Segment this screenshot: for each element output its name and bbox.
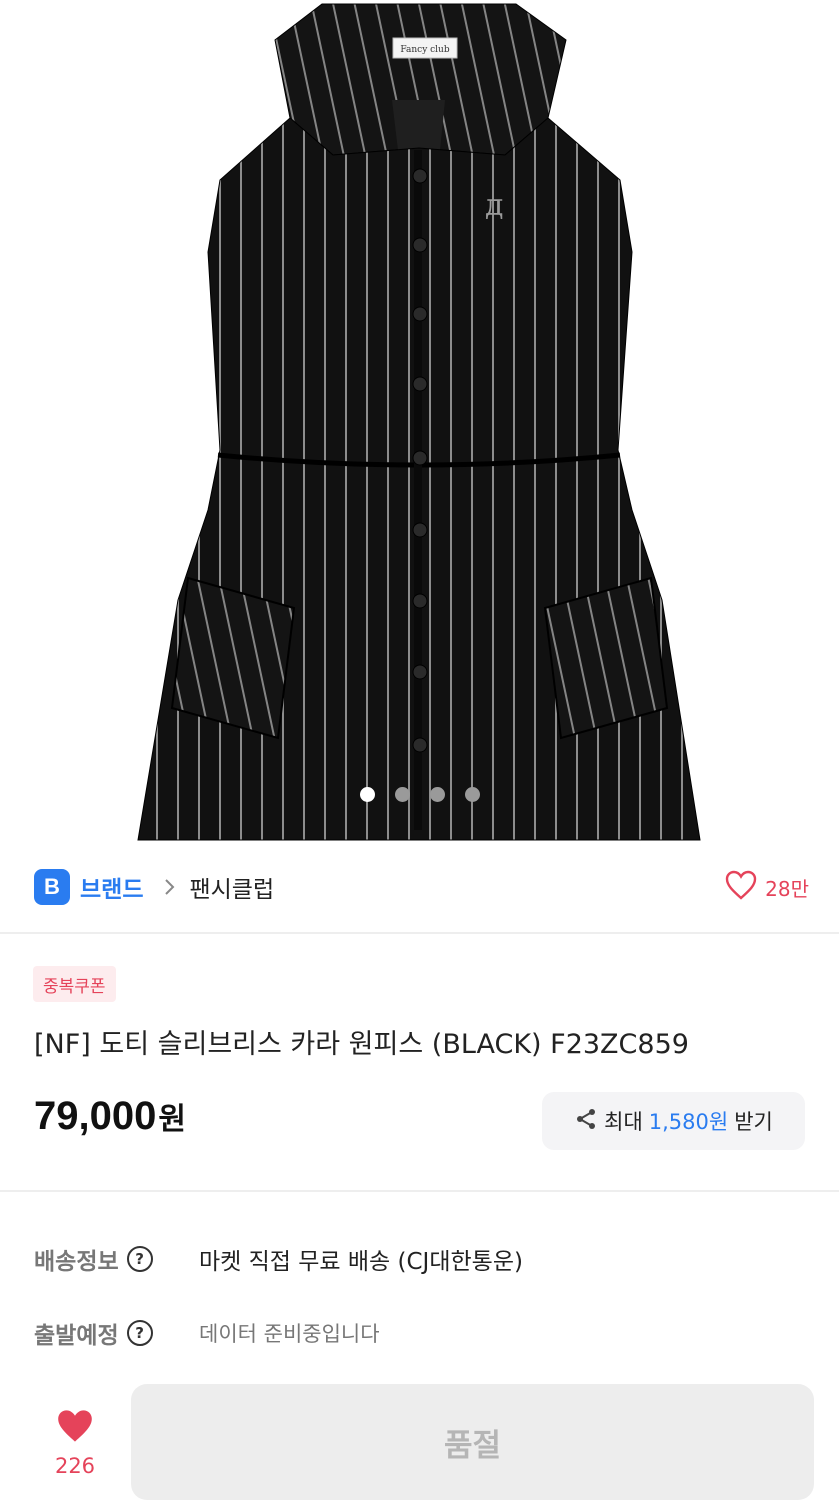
brand-row: B 브랜드 팬시클럽 28만	[34, 868, 809, 906]
divider	[0, 1190, 839, 1192]
price-unit: 원	[158, 1102, 186, 1137]
delivery-info-value: 마켓 직접 무료 배송 (CJ대한통운)	[199, 1249, 523, 1275]
share-icon	[574, 1107, 598, 1136]
price-value: 79,000	[34, 1094, 157, 1138]
heart-filled-icon	[55, 1408, 95, 1448]
brand-label: 브랜드	[80, 877, 144, 903]
chevron-right-icon	[159, 876, 181, 898]
departure-info-label: 출발예정	[34, 1323, 119, 1349]
help-icon[interactable]: ?	[126, 1320, 153, 1346]
brand-badge-icon: B	[34, 869, 70, 905]
product-price: 79,000 원	[34, 1094, 186, 1139]
product-title: [NF] 도티 슬리브리스 카라 원피스 (BLACK) F23ZC859	[34, 1029, 689, 1060]
divider	[0, 932, 839, 934]
product-image-carousel[interactable]: д Fancy club	[0, 0, 839, 848]
help-icon[interactable]: ?	[126, 1246, 153, 1272]
share-reward-button[interactable]: 최대 1,580원 받기	[542, 1092, 805, 1150]
carousel-indicator	[0, 787, 839, 802]
delivery-info-label: 배송정보	[34, 1249, 119, 1275]
svg-text:д: д	[485, 188, 503, 223]
brand-like-count: 28만	[765, 876, 809, 901]
brand-like-button[interactable]: 28만	[725, 870, 809, 904]
carousel-dot[interactable]	[359, 787, 375, 802]
label-tag-text: Fancy club	[400, 45, 449, 55]
departure-info-value: 데이터 준비중입니다	[199, 1322, 380, 1346]
brand-name-link[interactable]: 팬시클럽	[189, 870, 274, 904]
delivery-info-row: 배송정보 ? 마켓 직접 무료 배송 (CJ대한통운)	[34, 1242, 819, 1276]
sold-out-button[interactable]: 품절	[131, 1384, 814, 1500]
wishlist-button[interactable]: 226	[40, 1408, 110, 1478]
departure-info-row: 출발예정 ? 데이터 준비중입니다	[34, 1316, 819, 1350]
reward-amount: 1,580원	[648, 1110, 729, 1134]
wishlist-count: 226	[54, 1454, 96, 1478]
carousel-dot[interactable]	[394, 787, 410, 802]
dress-image: д Fancy club	[137, 3, 701, 841]
reward-suffix: 받기	[734, 1110, 773, 1134]
coupon-badge: 중복쿠폰	[33, 966, 116, 1002]
carousel-dot[interactable]	[429, 787, 445, 802]
reward-prefix: 최대	[604, 1110, 643, 1134]
heart-outline-icon	[725, 870, 757, 904]
carousel-dot[interactable]	[464, 787, 480, 802]
